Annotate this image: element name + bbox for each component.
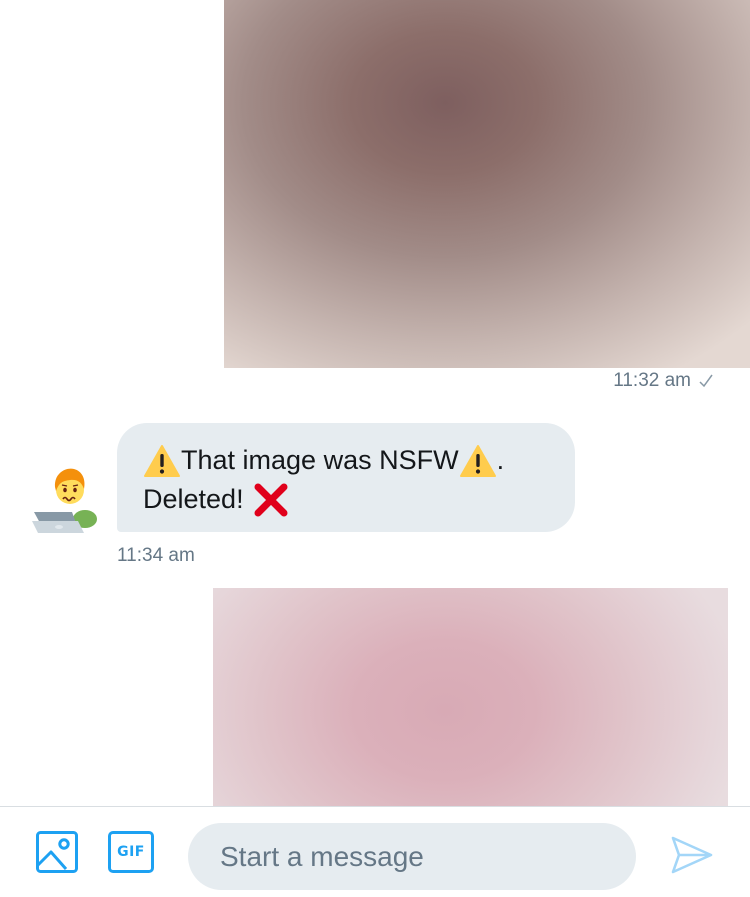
avatar[interactable] [32, 463, 98, 535]
sent-timestamp: 11:32 am [613, 370, 691, 391]
sent-message-status: 11:32 am [613, 370, 714, 392]
warning-icon [144, 444, 180, 477]
cross-mark-icon [254, 483, 288, 516]
received-timestamp: 11:34 am [117, 545, 195, 566]
gif-button[interactable]: GIF [108, 831, 154, 873]
received-message-bubble[interactable]: That image was NSFW . Deleted! [117, 423, 575, 532]
message-composer: GIF Start a message [0, 806, 750, 897]
image-icon[interactable] [36, 831, 78, 873]
warning-icon [459, 444, 496, 477]
sent-image[interactable] [224, 0, 750, 368]
message-line-2: Deleted! [143, 480, 551, 519]
send-icon[interactable] [670, 833, 714, 877]
message-text: Deleted! [143, 484, 244, 514]
message-text-suffix: . [496, 445, 505, 475]
sent-image[interactable] [213, 588, 728, 810]
check-icon [699, 374, 713, 388]
message-text: That image was NSFW [181, 445, 459, 475]
message-line-1: That image was NSFW . [143, 441, 551, 480]
message-input[interactable]: Start a message [188, 823, 636, 890]
